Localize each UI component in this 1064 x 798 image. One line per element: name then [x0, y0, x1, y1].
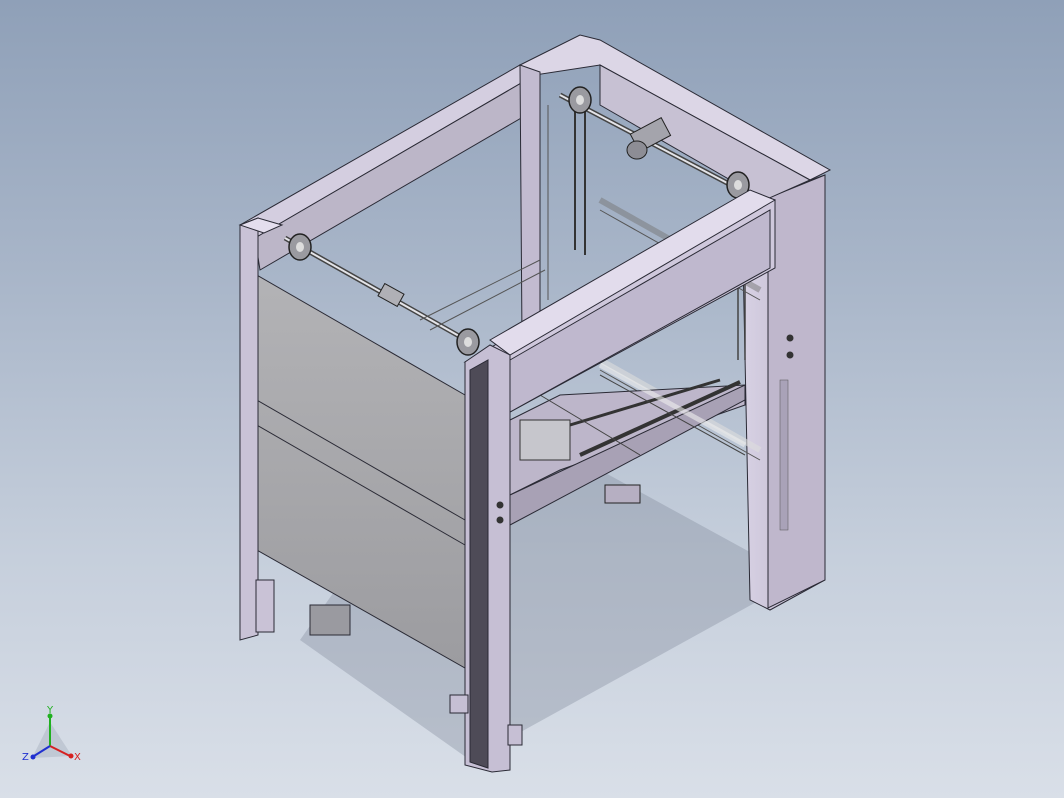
foot-front: [449, 694, 469, 714]
back-left-rail: [239, 64, 536, 239]
x-axis-label: X: [74, 752, 81, 763]
z-axis-label: Z: [22, 752, 29, 763]
post-hole: [496, 516, 504, 524]
post-hole: [786, 351, 794, 359]
back-right-post-face: [767, 174, 826, 609]
post-hole: [786, 334, 794, 342]
post-hole: [496, 501, 504, 509]
foot-left: [255, 579, 275, 633]
front-left-post: [239, 217, 259, 641]
linear-bearings: [519, 419, 571, 461]
front-right-post-edge: [469, 359, 489, 769]
foot-front-right: [507, 724, 523, 746]
cad-viewport[interactable]: Y X Z: [0, 0, 1064, 798]
post-slot: [779, 379, 789, 531]
axis-triad: Y X Z: [22, 705, 81, 763]
y-axis-label: Y: [46, 705, 54, 716]
bottom-bracket: [309, 604, 351, 636]
lift-bracket: [604, 484, 641, 504]
machine-frame-model[interactable]: [0, 0, 1064, 798]
back-left-post: [519, 64, 541, 341]
